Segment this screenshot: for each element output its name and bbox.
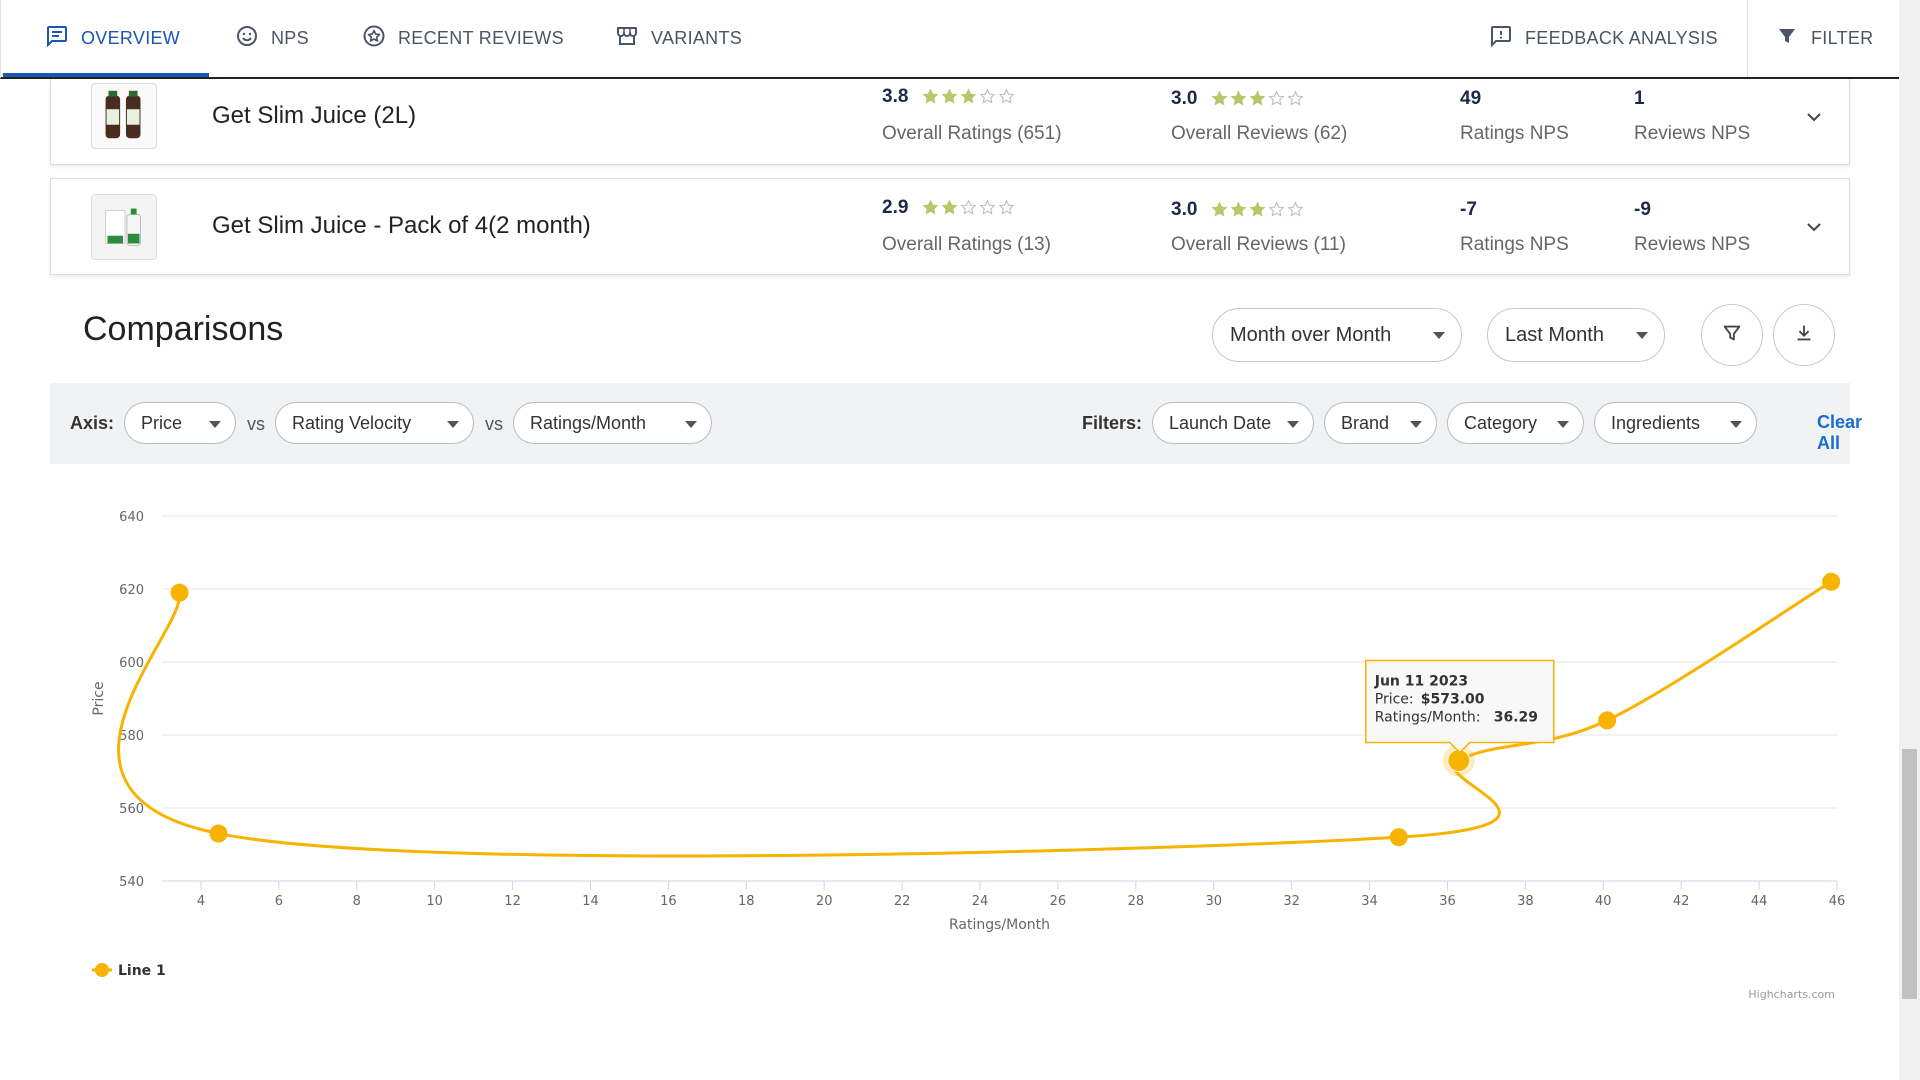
data-point	[209, 824, 228, 843]
x-tick-label: 44	[1751, 894, 1768, 909]
x-tick-label: 16	[660, 894, 677, 909]
x-tick-label: 20	[816, 894, 833, 909]
data-point	[170, 583, 189, 602]
x-tick-label: 32	[1283, 894, 1300, 909]
x-tick-label: 22	[894, 894, 911, 909]
app-window: OVERVIEW NPS RECENT REVIEWS VARIANTS FEE…	[0, 0, 1920, 1080]
x-tick-label: 28	[1128, 894, 1145, 909]
x-tick-label: 26	[1050, 894, 1067, 909]
y-tick-label: 580	[119, 729, 144, 744]
y-tick-label: 540	[119, 875, 144, 890]
credits-text: Highcharts.com	[1748, 988, 1835, 1001]
tooltip-price-label: Price:	[1375, 692, 1414, 708]
data-point	[1822, 572, 1841, 591]
x-tick-label: 14	[582, 894, 599, 909]
series-line	[117, 580, 1832, 858]
x-tick-label: 12	[504, 894, 521, 909]
scrollbar-thumb[interactable]	[1902, 749, 1917, 999]
x-tick-label: 24	[972, 894, 989, 909]
x-tick-label: 30	[1205, 894, 1222, 909]
x-tick-label: 42	[1673, 894, 1690, 909]
legend-marker	[95, 963, 109, 977]
x-tick-label: 46	[1829, 894, 1846, 909]
x-tick-label: 40	[1595, 894, 1612, 909]
x-axis-title: Ratings/Month	[949, 917, 1050, 933]
y-axis-title: Price	[91, 681, 107, 715]
data-point	[1598, 711, 1617, 730]
tooltip-price-value: $573.00	[1421, 692, 1485, 708]
y-tick-label: 600	[119, 656, 144, 671]
tooltip-ratings-value: 36.29	[1494, 710, 1538, 726]
x-tick-label: 10	[426, 894, 443, 909]
tooltip-date: Jun 11 2023	[1374, 674, 1468, 690]
data-point	[1447, 749, 1471, 773]
x-tick-label: 8	[353, 894, 361, 909]
comparison-chart: 5405605806006206404 6 8 10 12 14 16 18 20 22 24 26 2…	[91, 510, 1846, 1001]
legend-label: Line 1	[118, 963, 166, 979]
x-tick-label: 36	[1439, 894, 1456, 909]
data-point	[1389, 828, 1408, 847]
tooltip-ratings-label: Ratings/Month:	[1375, 710, 1481, 726]
y-tick-label: 620	[119, 583, 144, 598]
x-tick-label: 34	[1361, 894, 1378, 909]
x-tick-label: 18	[738, 894, 755, 909]
y-tick-label: 560	[119, 802, 144, 817]
y-tick-label: 640	[119, 510, 144, 525]
x-tick-label: 38	[1517, 894, 1534, 909]
x-tick-label: 6	[275, 894, 283, 909]
x-tick-label: 4	[197, 894, 205, 909]
